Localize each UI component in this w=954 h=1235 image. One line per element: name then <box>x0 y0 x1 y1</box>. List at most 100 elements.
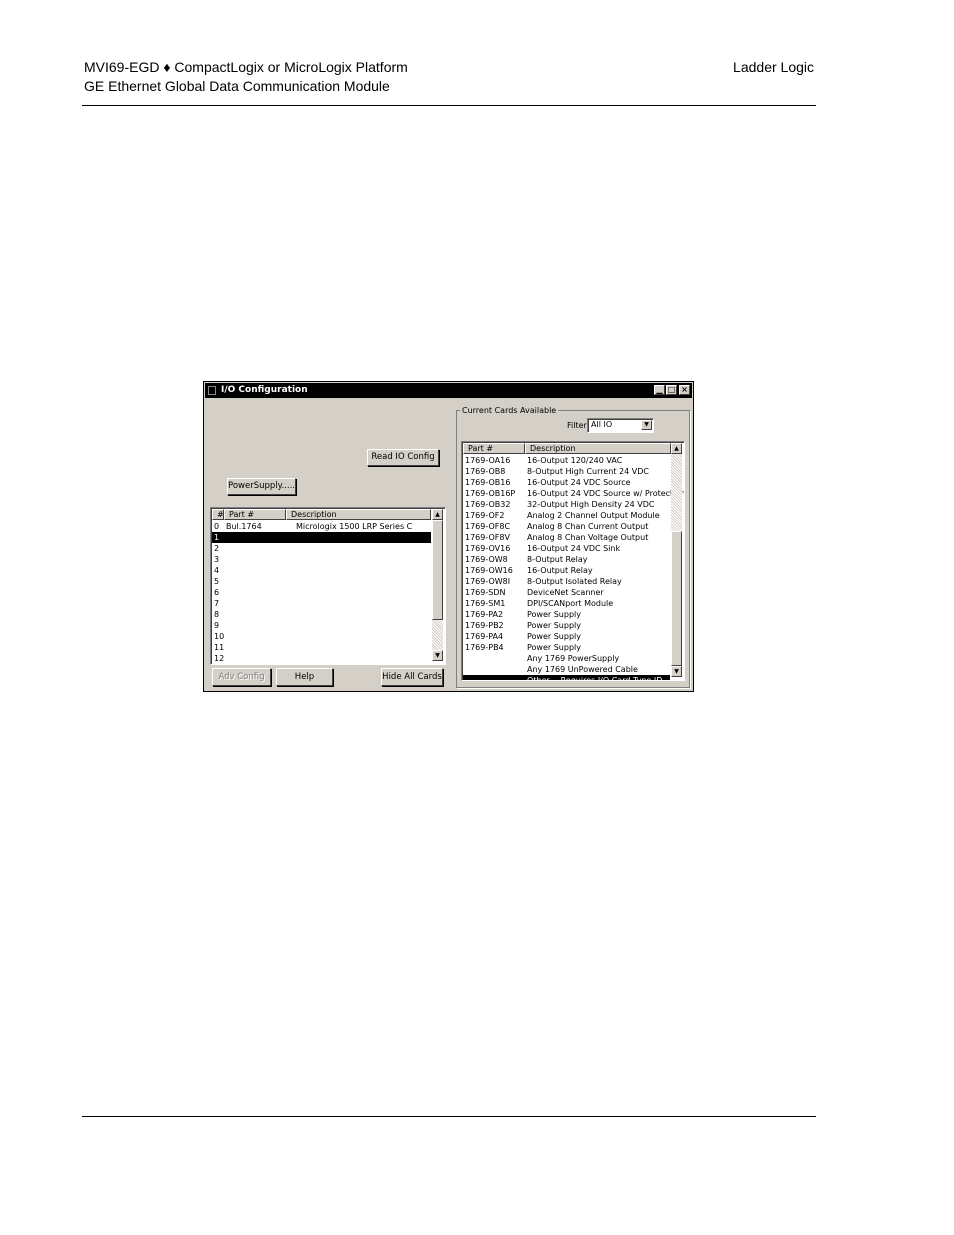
card-desc: DeviceNet Scanner <box>527 588 604 597</box>
slot-num: 4 <box>214 566 220 575</box>
card-part: 1769-OF8C <box>465 522 511 531</box>
cards-scroll-up-button[interactable]: ▲ <box>671 443 682 454</box>
slot-num: 11 <box>214 643 225 652</box>
card-row[interactable]: 1769-OB32 32-Output High Density 24 VDC <box>463 499 670 510</box>
card-part: 1769-SDN <box>465 588 506 597</box>
card-row[interactable]: 1769-OB8 8-Output High Current 24 VDC <box>463 466 670 477</box>
col-header-num[interactable]: # <box>212 509 224 520</box>
slot-list[interactable]: # Part # Description 0 Bul.1764 Micrologix… <box>210 507 446 665</box>
card-row[interactable]: 1769-OA16 16-Output 120/240 VAC <box>463 455 670 466</box>
card-part: 1769-OB32 <box>465 500 511 509</box>
cards-list[interactable]: Part # Description 1769-OA16 16-Output 12… <box>461 441 685 681</box>
card-row[interactable]: 1769-SDN DeviceNet Scanner <box>463 587 670 598</box>
card-desc: Any 1769 UnPowered Cable <box>527 665 638 674</box>
card-row[interactable]: 1769-SM1 DPI/SCANport Module <box>463 598 670 609</box>
slot-row[interactable]: 5 <box>212 576 431 587</box>
cards-col-header-description[interactable]: Description <box>525 443 671 454</box>
io-configuration-window: I/O Configuration ▁ □ × Read IO Config P… <box>203 381 694 692</box>
slot-num: 5 <box>214 577 220 586</box>
card-desc: 16-Output 24 VDC Source <box>527 478 631 487</box>
col-header-part[interactable]: Part # <box>224 509 286 520</box>
slot-row[interactable]: 8 <box>212 609 431 620</box>
card-desc: 16-Output Relay <box>527 566 593 575</box>
card-part: 1769-OW16 <box>465 566 513 575</box>
cards-list-scrollbar[interactable]: ▲ ▼ <box>671 443 682 677</box>
card-part: 1769-OA16 <box>465 456 511 465</box>
card-desc: Power Supply <box>527 610 581 619</box>
minimize-button[interactable]: ▁ <box>654 385 665 395</box>
slot-num: 2 <box>214 544 220 553</box>
card-row[interactable]: 1769-PB2 Power Supply <box>463 620 670 631</box>
header-rule <box>82 105 816 106</box>
maximize-button[interactable]: □ <box>666 385 677 395</box>
hide-all-cards-button[interactable]: Hide All Cards <box>381 668 443 686</box>
slot-num: 6 <box>214 588 220 597</box>
card-row[interactable]: Any 1769 PowerSupply <box>463 653 670 664</box>
card-row[interactable]: 1769-OW16 16-Output Relay <box>463 565 670 576</box>
slot-row[interactable]: 6 <box>212 587 431 598</box>
slot-row[interactable]: 10 <box>212 631 431 642</box>
card-row[interactable]: 1769-OW8I 8-Output Isolated Relay <box>463 576 670 587</box>
card-row[interactable]: 1769-PA4 Power Supply <box>463 631 670 642</box>
close-button[interactable]: × <box>679 385 690 395</box>
power-supply-button[interactable]: PowerSupply..... <box>227 478 296 495</box>
card-row[interactable]: 1769-PB4 Power Supply <box>463 642 670 653</box>
card-row[interactable]: 1769-PA2 Power Supply <box>463 609 670 620</box>
document-header: MVI69-EGD ♦ CompactLogix or MicroLogix P… <box>84 58 408 96</box>
card-part: 1769-PA2 <box>465 610 504 619</box>
card-row[interactable]: Any 1769 UnPowered Cable <box>463 664 670 675</box>
card-desc: 16-Output 24 VDC Source w/ Protection <box>527 489 685 498</box>
dropdown-arrow-icon[interactable]: ▼ <box>641 420 652 430</box>
slot-row[interactable]: 2 <box>212 543 431 554</box>
card-part: 1769-OF2 <box>465 511 505 520</box>
scroll-down-button[interactable]: ▼ <box>432 650 443 661</box>
slot-desc: Micrologix 1500 LRP Series C <box>296 522 413 531</box>
cards-col-header-part[interactable]: Part # <box>463 443 525 454</box>
card-desc: Any 1769 PowerSupply <box>527 654 620 663</box>
slot-row[interactable]: 3 <box>212 554 431 565</box>
scroll-thumb[interactable] <box>432 520 443 620</box>
card-row[interactable]: 1769-OF2 Analog 2 Channel Output Module <box>463 510 670 521</box>
card-row[interactable]: 1769-OB16P 16-Output 24 VDC Source w/ Pro… <box>463 488 684 499</box>
card-part: 1769-PB2 <box>465 621 504 630</box>
card-desc: Power Supply <box>527 643 581 652</box>
slot-num: 12 <box>214 654 225 663</box>
filter-dropdown[interactable]: All IO ▼ <box>587 418 654 433</box>
filter-label: Filter <box>565 421 589 430</box>
help-button[interactable]: Help <box>276 668 333 686</box>
card-desc: 8-Output Isolated Relay <box>527 577 622 586</box>
cards-scroll-down-button[interactable]: ▼ <box>671 666 682 677</box>
col-header-description[interactable]: Description <box>286 509 431 520</box>
slot-row[interactable]: 11 <box>212 642 431 653</box>
slot-row[interactable]: 1 <box>212 532 431 543</box>
slot-num: 3 <box>214 555 220 564</box>
slot-row[interactable]: 7 <box>212 598 431 609</box>
card-row[interactable]: 1769-OF8C Analog 8 Chan Current Output <box>463 521 670 532</box>
footer-rule <box>82 1116 816 1117</box>
scroll-up-button[interactable]: ▲ <box>432 509 443 520</box>
cards-scroll-thumb[interactable] <box>671 531 682 666</box>
card-row[interactable]: 1769-OF8V Analog 8 Chan Voltage Output <box>463 532 670 543</box>
slot-row[interactable]: 0 Bul.1764 Micrologix 1500 LRP Series C <box>212 521 431 532</box>
card-desc: 8-Output High Current 24 VDC <box>527 467 649 476</box>
card-row[interactable]: 1769-OB16 16-Output 24 VDC Source <box>463 477 670 488</box>
window-titlebar[interactable]: I/O Configuration ▁ □ × <box>205 383 692 398</box>
adv-config-button[interactable]: Adv Config <box>212 668 271 686</box>
slot-list-scrollbar[interactable]: ▲ ▼ <box>432 509 443 661</box>
card-row[interactable]: Other -- Requires I/O Card Type ID <box>463 675 670 680</box>
card-desc: 8-Output Relay <box>527 555 588 564</box>
card-desc: Analog 8 Chan Current Output <box>527 522 649 531</box>
slot-row[interactable]: 9 <box>212 620 431 631</box>
read-io-config-button[interactable]: Read IO Config <box>367 449 439 466</box>
card-row[interactable]: 1769-OV16 16-Output 24 VDC Sink <box>463 543 670 554</box>
slot-row[interactable]: 12 <box>212 653 431 664</box>
card-row[interactable]: 1769-OW8 8-Output Relay <box>463 554 670 565</box>
slot-num: 8 <box>214 610 220 619</box>
card-desc: DPI/SCANport Module <box>527 599 614 608</box>
slot-num: 0 <box>214 522 220 531</box>
slot-row[interactable]: 4 <box>212 565 431 576</box>
header-section-name: Ladder Logic <box>733 59 814 75</box>
card-desc: Power Supply <box>527 632 581 641</box>
card-part: 1769-OB16 <box>465 478 511 487</box>
slot-part: Bul.1764 <box>226 522 262 531</box>
